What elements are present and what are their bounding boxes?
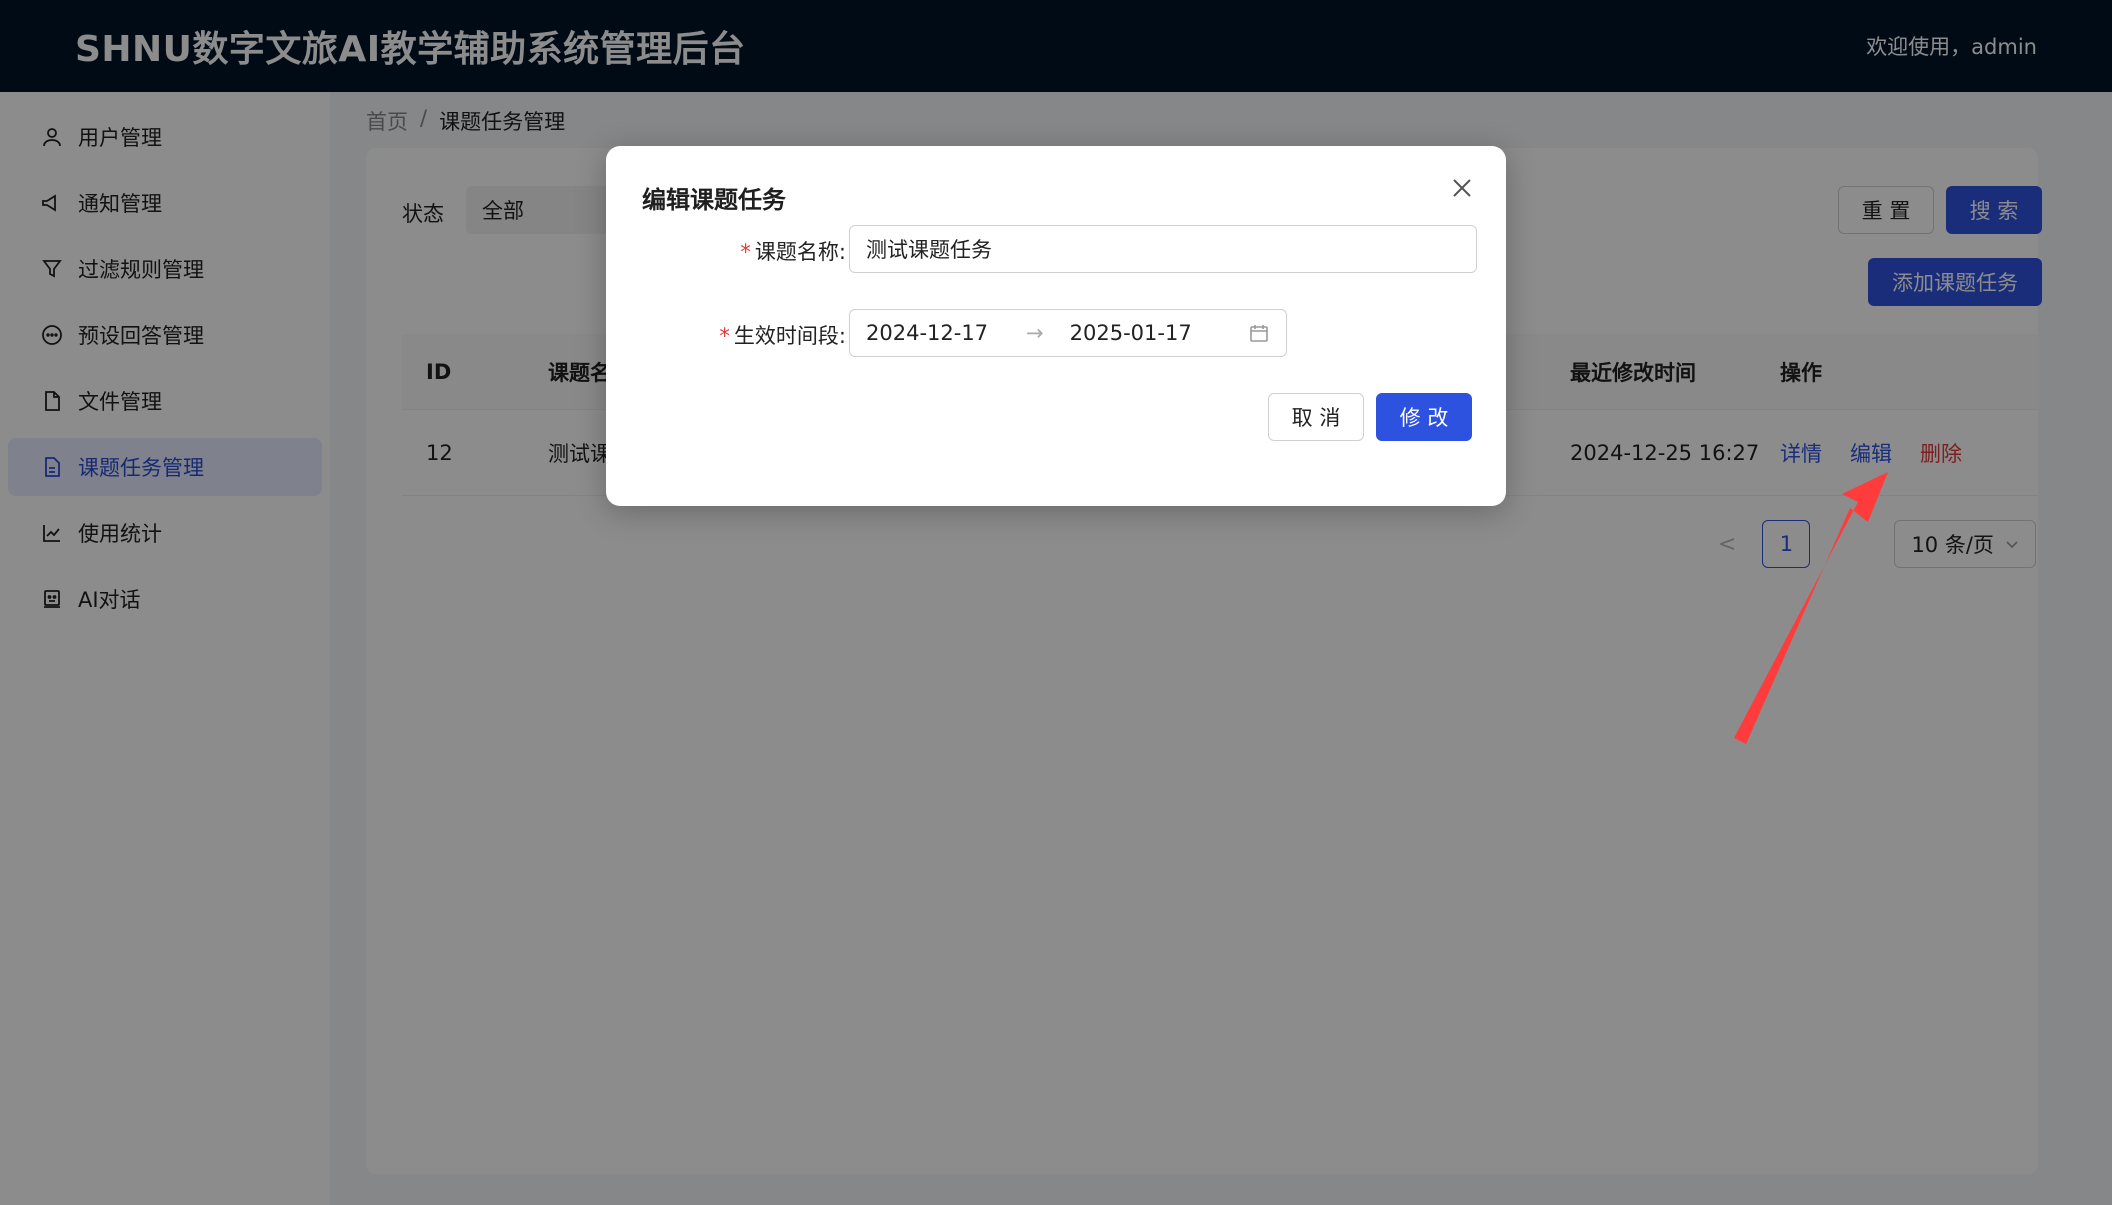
period-label: * 生效时间段:: [606, 320, 846, 350]
range-arrow: →: [1026, 321, 1044, 345]
date-range-picker[interactable]: 2024-12-17 → 2025-01-17: [849, 309, 1287, 357]
modal-title: 编辑课题任务: [642, 186, 786, 214]
end-date-input[interactable]: 2025-01-17: [1070, 321, 1192, 345]
required-asterisk: *: [740, 240, 751, 264]
task-name-label: * 课题名称:: [606, 236, 846, 266]
period-label-text: 生效时间段:: [733, 324, 846, 348]
calendar-icon: [1248, 322, 1270, 344]
required-asterisk: *: [719, 324, 730, 348]
submit-edit-button[interactable]: 修 改: [1376, 393, 1472, 441]
start-date-input[interactable]: 2024-12-17: [866, 321, 988, 345]
cancel-button[interactable]: 取 消: [1268, 393, 1364, 441]
task-name-label-text: 课题名称:: [754, 240, 846, 264]
task-name-input[interactable]: 测试课题任务: [849, 225, 1477, 273]
edit-task-modal: 编辑课题任务 * 课题名称: 测试课题任务 * 生效时间段: 2024-12-17 …: [606, 146, 1506, 506]
close-icon[interactable]: [1448, 174, 1476, 202]
